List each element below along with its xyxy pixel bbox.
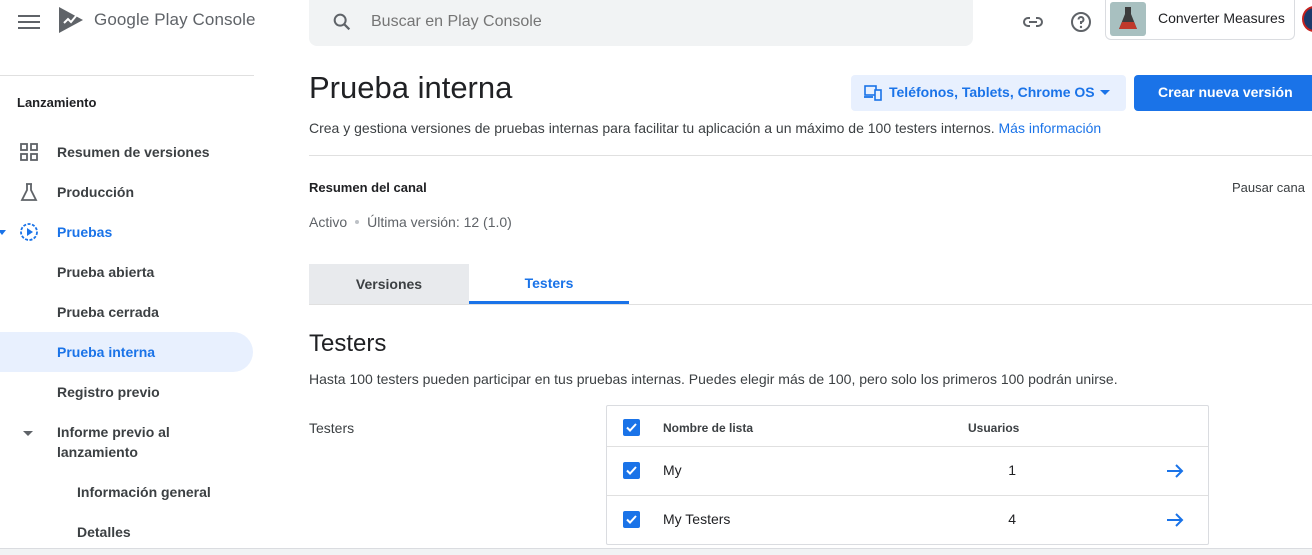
sidebar-item-label: Informe previo al lanzamiento bbox=[57, 424, 170, 460]
expand-caret-icon bbox=[23, 431, 33, 436]
top-bar: Google Play Console Converter Measures bbox=[0, 0, 1312, 46]
header-divider bbox=[309, 155, 1312, 156]
more-info-link[interactable]: Más información bbox=[999, 120, 1102, 136]
app-selector[interactable]: Converter Measures bbox=[1105, 0, 1295, 40]
devices-icon bbox=[864, 85, 882, 101]
select-all-checkbox[interactable] bbox=[623, 419, 640, 436]
sidebar-item-label: Prueba cerrada bbox=[57, 304, 159, 320]
sidebar-item-label: Pruebas bbox=[57, 224, 113, 240]
sidebar-item-label: Información general bbox=[77, 484, 211, 500]
sidebar-item-label: Resumen de versiones bbox=[57, 144, 210, 160]
help-icon[interactable] bbox=[1069, 10, 1093, 34]
table-header-row: Nombre de lista Usuarios bbox=[607, 406, 1208, 447]
table-row[interactable]: My 1 bbox=[607, 447, 1208, 496]
sidebar-item-produccion[interactable]: Producción bbox=[0, 172, 253, 212]
sidebar-item-informe-previo[interactable]: Informe previo al lanzamiento bbox=[0, 417, 253, 465]
page-title: Prueba interna bbox=[309, 70, 513, 105]
sidebar-item-prueba-abierta[interactable]: Prueba abierta bbox=[0, 252, 253, 292]
sidebar-item-label: Detalles bbox=[77, 524, 131, 540]
users-count-cell: 1 bbox=[1008, 462, 1016, 478]
link-icon[interactable] bbox=[1021, 10, 1045, 34]
column-header-nombre[interactable]: Nombre de lista bbox=[663, 421, 753, 435]
app-name: Converter Measures bbox=[1158, 10, 1285, 26]
arrow-right-icon[interactable] bbox=[1165, 462, 1185, 480]
page-description-text: Crea y gestiona versiones de pruebas int… bbox=[309, 120, 995, 136]
list-name-cell: My Testers bbox=[663, 511, 731, 527]
sidebar-section-title: Lanzamiento bbox=[17, 95, 97, 110]
flask-icon bbox=[20, 183, 38, 201]
tabs-divider bbox=[309, 304, 1312, 305]
arrow-right-icon[interactable] bbox=[1165, 511, 1185, 529]
testers-table: Nombre de lista Usuarios My 1 My Testers… bbox=[606, 405, 1209, 545]
play-circle-icon bbox=[20, 223, 38, 241]
play-console-logo[interactable] bbox=[57, 5, 85, 35]
dashboard-icon bbox=[20, 143, 38, 161]
sidebar-item-label: Prueba abierta bbox=[57, 264, 155, 280]
tab-testers[interactable]: Testers bbox=[469, 264, 629, 304]
create-release-button[interactable]: Crear nueva versión bbox=[1134, 75, 1312, 111]
page-description: Crea y gestiona versiones de pruebas int… bbox=[309, 120, 1101, 136]
testers-field-label: Testers bbox=[309, 420, 355, 436]
channel-status: Activo Última versión: 12 (1.0) bbox=[309, 214, 512, 230]
table-row[interactable]: My Testers 4 bbox=[607, 496, 1208, 544]
pause-channel-button[interactable]: Pausar cana bbox=[1232, 180, 1305, 195]
column-header-usuarios[interactable]: Usuarios bbox=[968, 421, 1019, 435]
sidebar-item-label: Prueba interna bbox=[57, 344, 156, 360]
testers-section-description: Hasta 100 testers pueden participar en t… bbox=[309, 371, 1118, 387]
sidebar-item-prueba-interna[interactable]: Prueba interna bbox=[0, 332, 253, 372]
sidebar-item-label: Registro previo bbox=[57, 384, 160, 400]
create-release-label: Crear nueva versión bbox=[1158, 84, 1293, 100]
sidebar-item-resumen-versiones[interactable]: Resumen de versiones bbox=[0, 132, 253, 172]
app-icon bbox=[1110, 2, 1146, 36]
sidebar-item-detalles[interactable]: Detalles bbox=[0, 512, 253, 552]
sidebar-item-informacion-general[interactable]: Información general bbox=[0, 472, 253, 512]
testers-section-title: Testers bbox=[309, 330, 387, 357]
expand-caret-icon bbox=[0, 230, 6, 235]
chevron-down-icon bbox=[1100, 90, 1110, 95]
tab-versiones[interactable]: Versiones bbox=[309, 264, 469, 304]
account-avatar[interactable] bbox=[1302, 6, 1312, 32]
brand-name[interactable]: Google Play Console bbox=[94, 10, 256, 30]
row-checkbox[interactable] bbox=[623, 462, 640, 479]
search-icon bbox=[333, 13, 351, 31]
status-text: Activo bbox=[309, 214, 348, 230]
latest-version-text: Última versión: 12 (1.0) bbox=[367, 214, 512, 230]
search-input[interactable] bbox=[371, 8, 931, 36]
menu-icon[interactable] bbox=[18, 12, 40, 32]
list-name-cell: My bbox=[663, 462, 682, 478]
device-selector-label: Teléfonos, Tablets, Chrome OS bbox=[889, 84, 1095, 100]
sidebar: Lanzamiento Resumen de versiones Producc… bbox=[0, 75, 254, 555]
channel-summary-title: Resumen del canal bbox=[309, 180, 427, 195]
window-bottom-edge bbox=[0, 548, 1312, 555]
users-count-cell: 4 bbox=[1008, 511, 1016, 527]
sidebar-item-registro-previo[interactable]: Registro previo bbox=[0, 372, 253, 412]
sidebar-item-label: Producción bbox=[57, 184, 135, 200]
sidebar-item-prueba-cerrada[interactable]: Prueba cerrada bbox=[0, 292, 253, 332]
row-checkbox[interactable] bbox=[623, 511, 640, 528]
sidebar-item-pruebas[interactable]: Pruebas bbox=[0, 212, 253, 252]
search-bar[interactable] bbox=[309, 0, 973, 46]
device-selector-button[interactable]: Teléfonos, Tablets, Chrome OS bbox=[851, 75, 1126, 111]
